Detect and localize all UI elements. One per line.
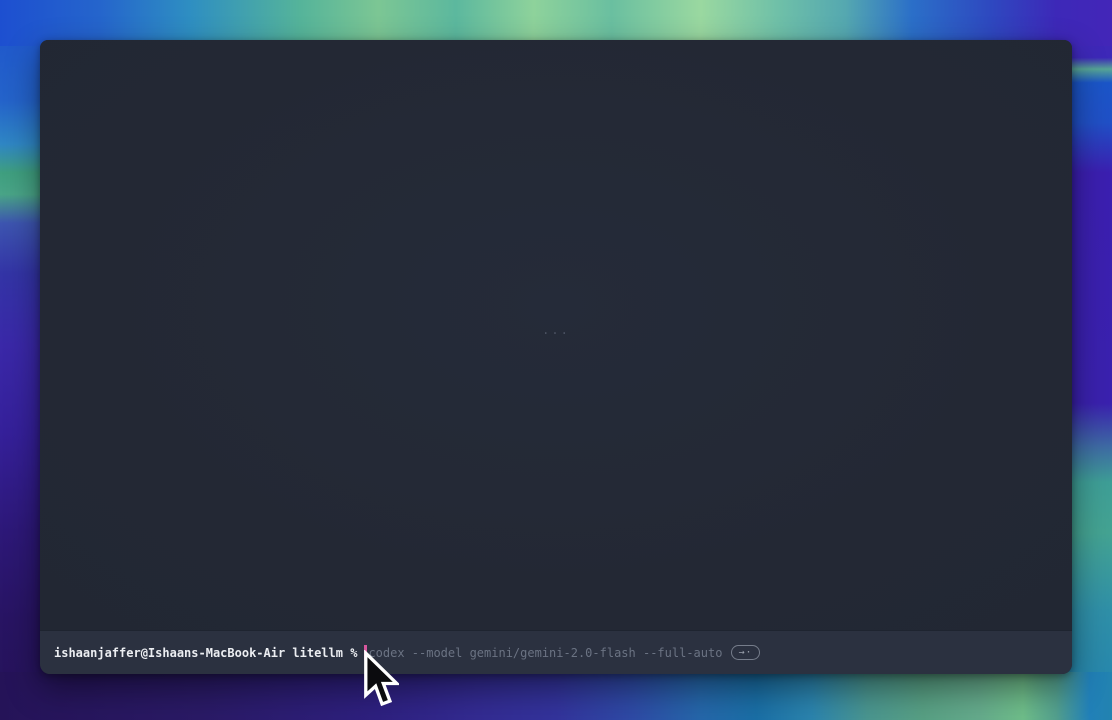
autosuggestion-ghost-text: codex --model gemini/gemini-2.0-flash --… — [368, 646, 722, 660]
wallpaper-bottom-strip — [0, 672, 1112, 720]
shell-prompt: ishaanjaffer@Ishaans-MacBook-Air litellm… — [54, 646, 357, 660]
loading-ellipsis: ... — [542, 323, 570, 337]
terminal-input-line[interactable]: ishaanjaffer@Ishaans-MacBook-Air litellm… — [40, 630, 1072, 674]
desktop-wallpaper: ... ishaanjaffer@Ishaans-MacBook-Air lit… — [0, 0, 1112, 720]
text-caret — [364, 645, 367, 660]
terminal-window: ... ishaanjaffer@Ishaans-MacBook-Air lit… — [40, 40, 1072, 674]
right-arrow-key-hint-icon: →· — [731, 645, 759, 660]
terminal-output-area[interactable]: ... — [40, 40, 1072, 630]
